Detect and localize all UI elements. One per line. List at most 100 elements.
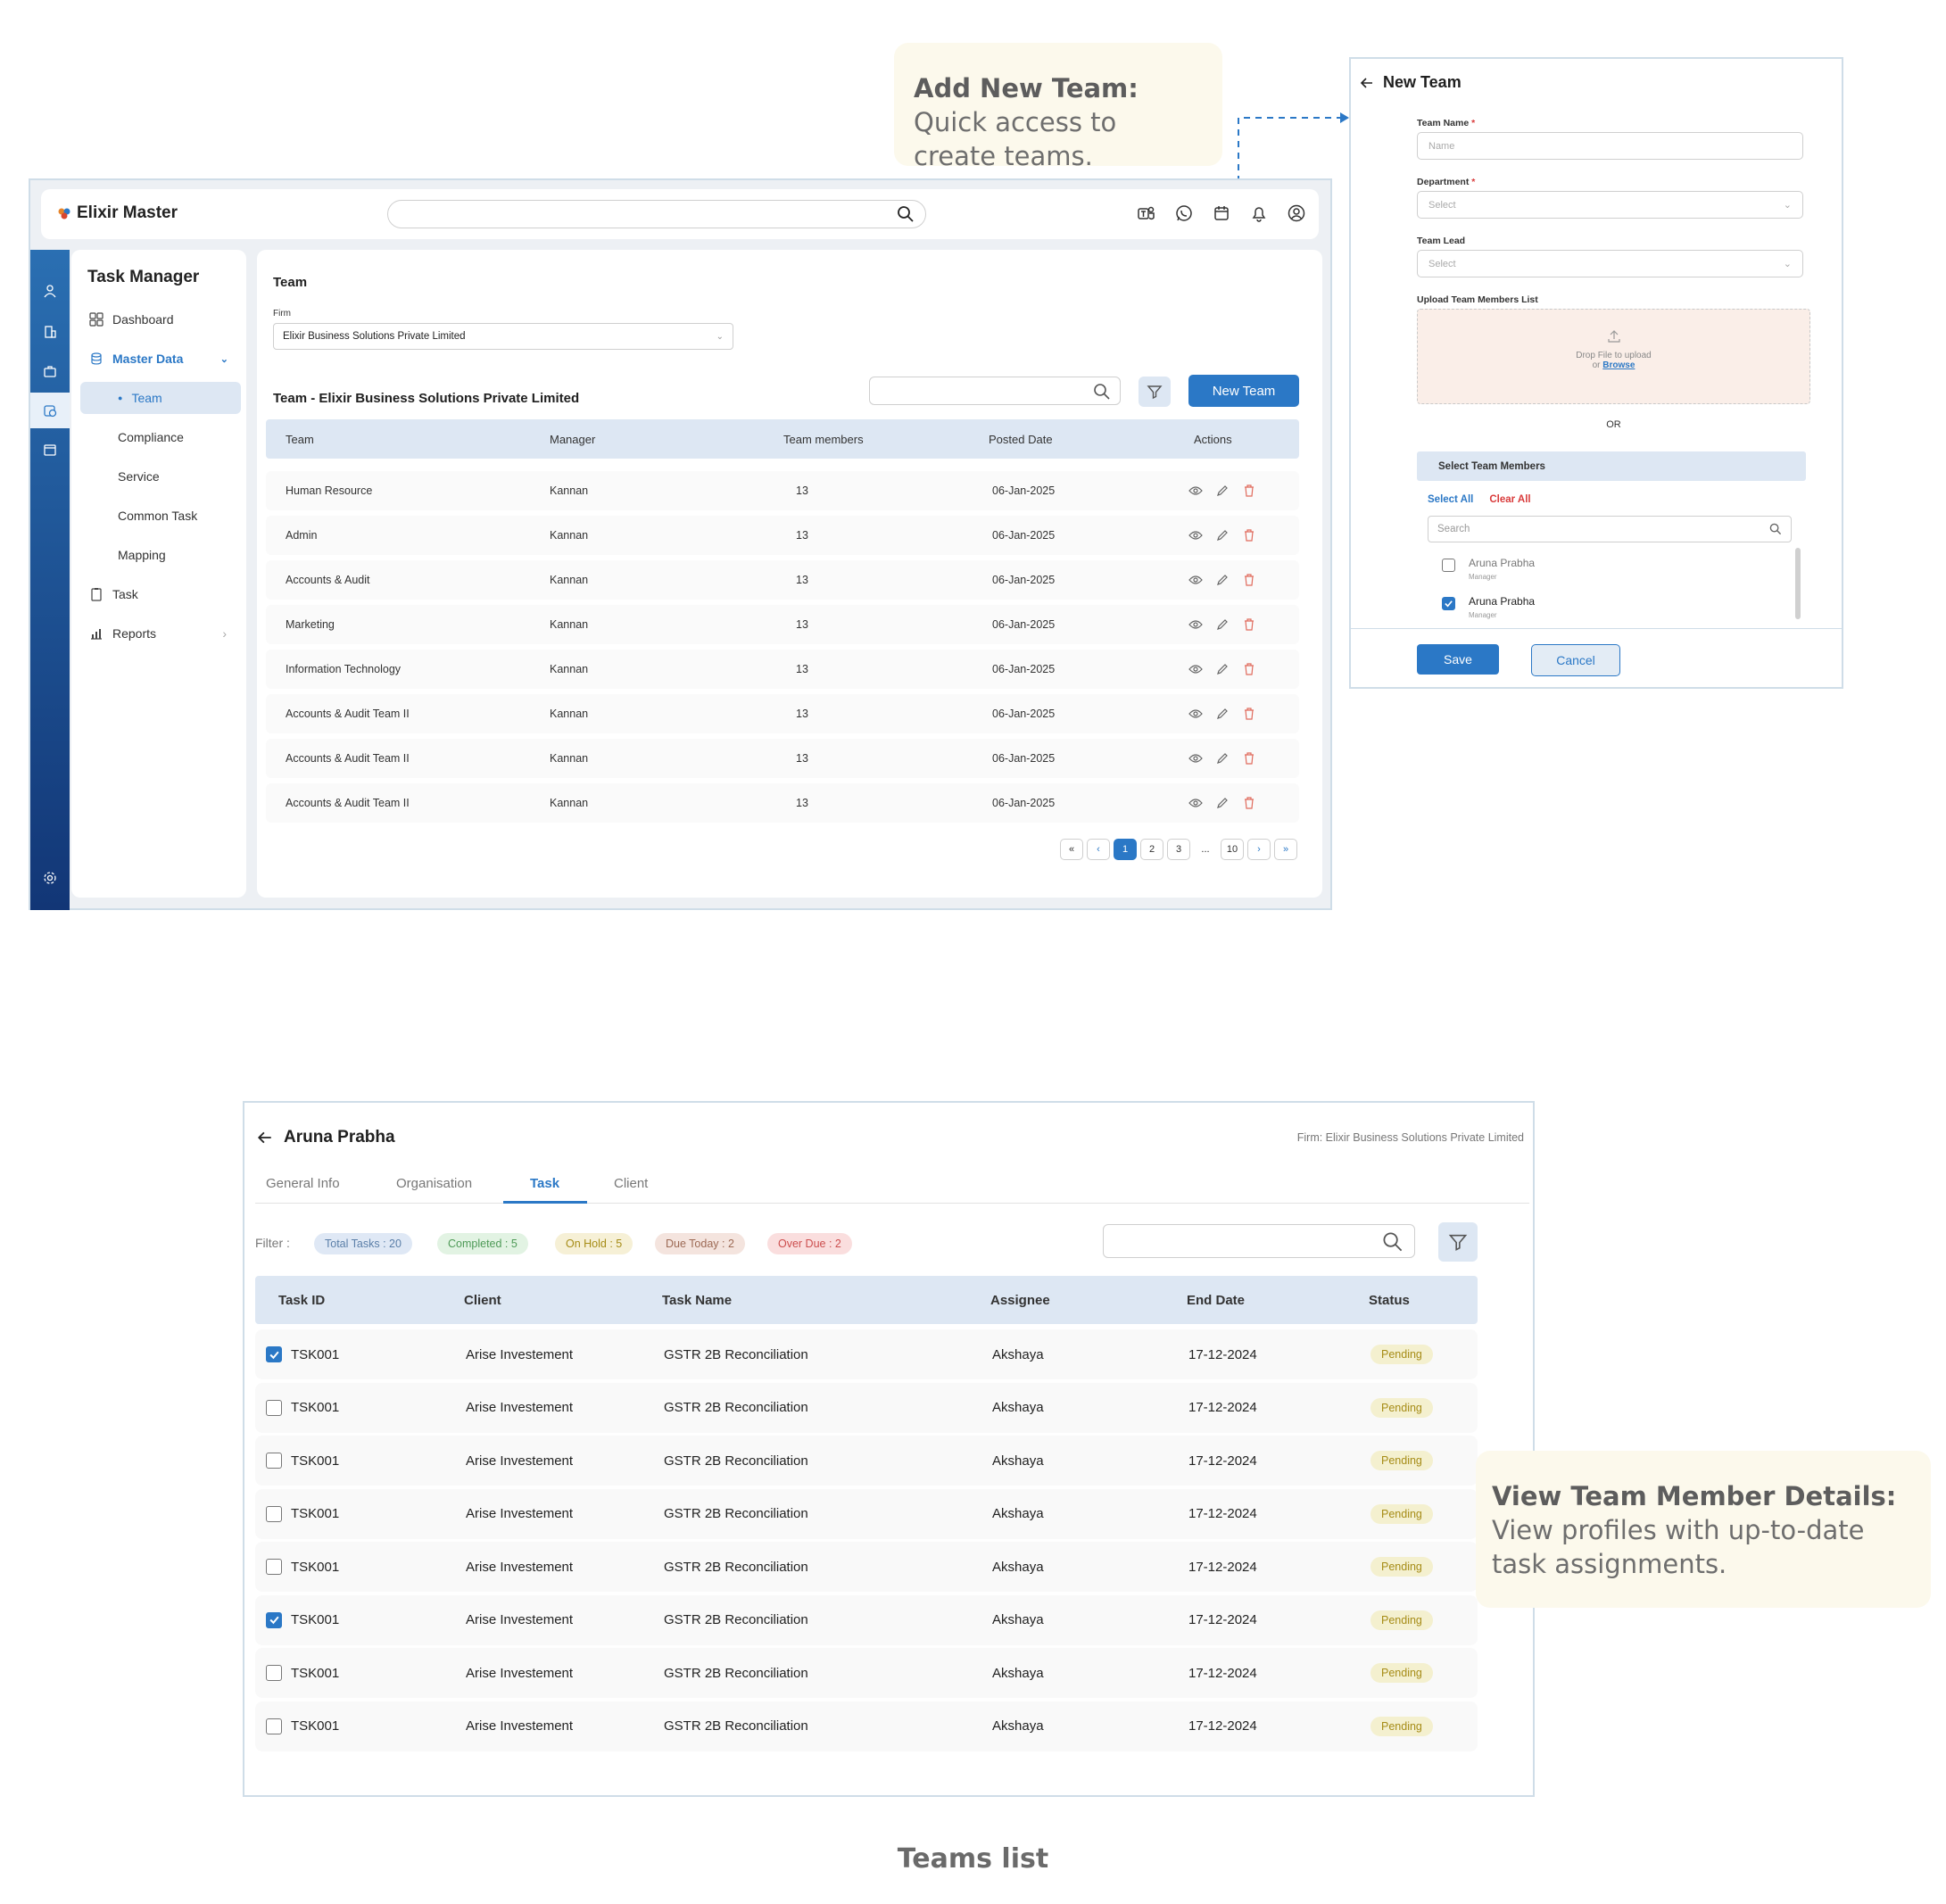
view-eye-icon[interactable] bbox=[1188, 484, 1203, 498]
delete-trash-icon[interactable] bbox=[1242, 707, 1256, 721]
back-arrow-icon[interactable] bbox=[257, 1130, 273, 1146]
member-search-input[interactable]: Search bbox=[1428, 516, 1792, 542]
chip-due-today[interactable]: Due Today : 2 bbox=[655, 1233, 745, 1254]
delete-trash-icon[interactable] bbox=[1242, 484, 1256, 498]
edit-pencil-icon[interactable] bbox=[1215, 707, 1230, 721]
tab-organisation[interactable]: Organisation bbox=[396, 1176, 472, 1191]
nav-master-data[interactable]: Master Data ⌄ bbox=[80, 343, 241, 375]
edit-pencil-icon[interactable] bbox=[1215, 796, 1230, 810]
tab-task[interactable]: Task bbox=[530, 1176, 559, 1191]
page-1[interactable]: 1 bbox=[1114, 839, 1137, 860]
delete-trash-icon[interactable] bbox=[1242, 662, 1256, 676]
new-team-button[interactable]: New Team bbox=[1188, 375, 1299, 407]
bell-icon[interactable] bbox=[1249, 203, 1269, 223]
nav-dashboard[interactable]: Dashboard bbox=[80, 303, 241, 335]
clear-all-link[interactable]: Clear All bbox=[1489, 494, 1530, 505]
rail-briefcase[interactable] bbox=[30, 353, 70, 389]
page-first[interactable]: « bbox=[1060, 839, 1083, 860]
edit-pencil-icon[interactable] bbox=[1215, 617, 1230, 632]
chip-completed[interactable]: Completed : 5 bbox=[437, 1233, 528, 1254]
select-all-link[interactable]: Select All bbox=[1428, 494, 1473, 505]
team-lead-select[interactable]: Select ⌄ bbox=[1417, 250, 1803, 277]
edit-pencil-icon[interactable] bbox=[1215, 484, 1230, 498]
team-search-input[interactable] bbox=[869, 377, 1121, 405]
tab-general-info[interactable]: General Info bbox=[266, 1176, 340, 1191]
row-checkbox[interactable] bbox=[266, 1559, 282, 1575]
search-icon[interactable] bbox=[897, 205, 915, 223]
search-icon[interactable] bbox=[1382, 1231, 1404, 1253]
delete-trash-icon[interactable] bbox=[1242, 751, 1256, 766]
row-checkbox[interactable] bbox=[266, 1611, 282, 1628]
member-item[interactable]: Aruna Prabha Manager bbox=[1428, 555, 1785, 587]
rail-building[interactable] bbox=[30, 314, 70, 350]
rail-settings[interactable] bbox=[30, 860, 70, 896]
firm-select[interactable]: Elixir Business Solutions Private Limite… bbox=[273, 323, 733, 350]
chip-total-tasks[interactable]: Total Tasks : 20 bbox=[314, 1233, 412, 1254]
edit-pencil-icon[interactable] bbox=[1215, 751, 1230, 766]
rail-tasks-active[interactable] bbox=[30, 393, 70, 428]
page-2[interactable]: 2 bbox=[1140, 839, 1163, 860]
upload-dropzone[interactable]: Drop File to upload or Browse bbox=[1417, 309, 1810, 404]
nav-reports[interactable]: Reports › bbox=[80, 617, 241, 650]
teams-icon[interactable] bbox=[1137, 203, 1156, 223]
delete-trash-icon[interactable] bbox=[1242, 617, 1256, 632]
member-checkbox[interactable] bbox=[1442, 597, 1455, 610]
row-checkbox[interactable] bbox=[266, 1453, 282, 1469]
row-checkbox[interactable] bbox=[266, 1505, 282, 1522]
view-eye-icon[interactable] bbox=[1188, 751, 1203, 766]
nav-service[interactable]: Service bbox=[80, 460, 241, 493]
row-checkbox[interactable] bbox=[266, 1665, 282, 1681]
browse-link[interactable]: Browse bbox=[1602, 360, 1635, 370]
view-eye-icon[interactable] bbox=[1188, 662, 1203, 676]
edit-pencil-icon[interactable] bbox=[1215, 528, 1230, 542]
search-icon[interactable] bbox=[1769, 523, 1782, 535]
view-eye-icon[interactable] bbox=[1188, 707, 1203, 721]
task-filter-button[interactable] bbox=[1438, 1222, 1478, 1262]
task-search-input[interactable] bbox=[1103, 1224, 1415, 1258]
member-checkbox[interactable] bbox=[1442, 559, 1455, 572]
profile-icon[interactable] bbox=[1287, 203, 1306, 223]
tab-client[interactable]: Client bbox=[614, 1176, 648, 1191]
rail-folder[interactable] bbox=[30, 432, 70, 468]
page-prev[interactable]: ‹ bbox=[1087, 839, 1110, 860]
back-arrow-icon[interactable] bbox=[1360, 76, 1374, 90]
view-eye-icon[interactable] bbox=[1188, 796, 1203, 810]
nav-team[interactable]: ● Team bbox=[80, 382, 241, 414]
whatsapp-icon[interactable] bbox=[1174, 203, 1194, 223]
view-eye-icon[interactable] bbox=[1188, 573, 1203, 587]
nav-common-task[interactable]: Common Task bbox=[80, 500, 241, 532]
nav-mapping[interactable]: Mapping bbox=[80, 539, 241, 571]
save-button[interactable]: Save bbox=[1417, 644, 1499, 675]
chip-on-hold[interactable]: On Hold : 5 bbox=[555, 1233, 633, 1254]
page-last[interactable]: » bbox=[1274, 839, 1297, 860]
page-10[interactable]: 10 bbox=[1221, 839, 1244, 860]
page-3[interactable]: 3 bbox=[1167, 839, 1190, 860]
delete-trash-icon[interactable] bbox=[1242, 573, 1256, 587]
client-cell: Arise Investement bbox=[466, 1400, 574, 1415]
delete-trash-icon[interactable] bbox=[1242, 528, 1256, 542]
edit-pencil-icon[interactable] bbox=[1215, 573, 1230, 587]
cancel-button[interactable]: Cancel bbox=[1531, 644, 1620, 676]
nav-compliance[interactable]: Compliance bbox=[80, 421, 241, 453]
page-next[interactable]: › bbox=[1247, 839, 1271, 860]
department-select[interactable]: Select ⌄ bbox=[1417, 191, 1803, 219]
nav-task[interactable]: Task bbox=[80, 578, 241, 610]
brand[interactable]: Elixir Master bbox=[57, 203, 178, 223]
edit-pencil-icon[interactable] bbox=[1215, 662, 1230, 676]
delete-trash-icon[interactable] bbox=[1242, 796, 1256, 810]
rail-users[interactable] bbox=[30, 273, 70, 309]
global-search-input[interactable] bbox=[387, 200, 926, 228]
search-icon[interactable] bbox=[1093, 383, 1111, 401]
row-checkbox[interactable] bbox=[266, 1399, 282, 1416]
view-eye-icon[interactable] bbox=[1188, 617, 1203, 632]
row-checkbox[interactable] bbox=[266, 1718, 282, 1734]
members-cell: 13 bbox=[796, 797, 808, 809]
calendar-icon[interactable] bbox=[1212, 203, 1231, 223]
chip-over-due[interactable]: Over Due : 2 bbox=[767, 1233, 852, 1254]
team-name-input[interactable]: Name bbox=[1417, 132, 1803, 160]
member-list-scrollbar[interactable] bbox=[1795, 548, 1801, 619]
row-checkbox[interactable] bbox=[266, 1346, 282, 1362]
filter-button[interactable] bbox=[1139, 377, 1171, 407]
view-eye-icon[interactable] bbox=[1188, 528, 1203, 542]
member-item[interactable]: Aruna Prabha Manager bbox=[1428, 593, 1785, 619]
